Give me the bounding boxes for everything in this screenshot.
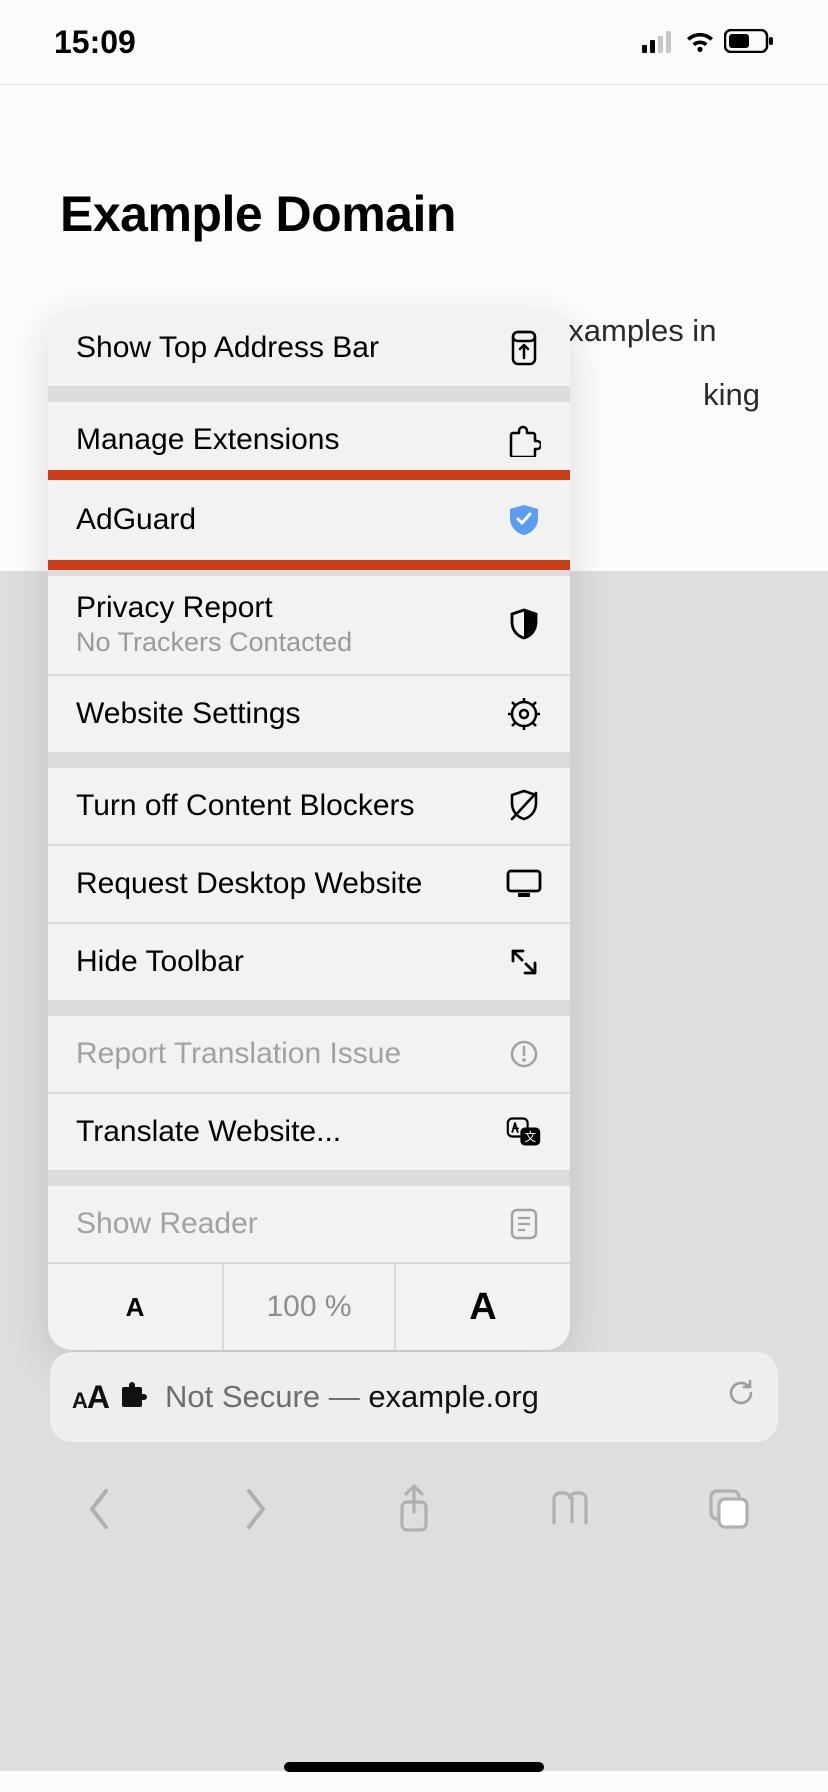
url-bar[interactable]: AA Not Secure — example.org bbox=[50, 1352, 778, 1442]
url-text: Not Secure — example.org bbox=[165, 1379, 726, 1415]
svg-text:文: 文 bbox=[524, 1130, 536, 1144]
page-title: Example Domain bbox=[60, 185, 768, 243]
page-body-tail: king bbox=[703, 371, 760, 419]
zoom-increase[interactable]: A bbox=[396, 1264, 570, 1350]
zoom-row: A 100 % A bbox=[48, 1264, 570, 1350]
translate-icon: 文 bbox=[506, 1115, 542, 1149]
menu-translate-website[interactable]: Translate Website... 文 bbox=[48, 1094, 570, 1170]
share-button[interactable] bbox=[384, 1479, 444, 1539]
gear-icon bbox=[506, 697, 542, 731]
zoom-big-label: A bbox=[469, 1286, 496, 1329]
bottom-toolbar bbox=[0, 1454, 828, 1564]
reader-icon bbox=[506, 1208, 542, 1240]
menu-label: Report Translation Issue bbox=[76, 1037, 506, 1071]
menu-report-translation: Report Translation Issue bbox=[48, 1016, 570, 1092]
address-bar-top-icon bbox=[506, 330, 542, 366]
menu-label: Website Settings bbox=[76, 697, 506, 731]
aa-button[interactable]: AA bbox=[72, 1379, 109, 1416]
menu-label: Turn off Content Blockers bbox=[76, 789, 506, 823]
menu-adguard[interactable]: AdGuard bbox=[48, 480, 570, 560]
arrows-diagonal-icon bbox=[506, 947, 542, 977]
reload-button[interactable] bbox=[726, 1377, 756, 1417]
battery-icon bbox=[724, 24, 774, 61]
menu-hide-toolbar[interactable]: Hide Toolbar bbox=[48, 924, 570, 1000]
menu-website-settings[interactable]: Website Settings bbox=[48, 676, 570, 752]
zoom-pct-label: 100 % bbox=[266, 1290, 351, 1324]
zoom-decrease[interactable]: A bbox=[48, 1264, 222, 1350]
wifi-icon bbox=[684, 24, 716, 61]
privacy-report-subtitle: No Trackers Contacted bbox=[76, 627, 352, 657]
menu-label: AdGuard bbox=[76, 503, 506, 537]
menu-label: Show Reader bbox=[76, 1207, 506, 1241]
menu-label: Manage Extensions bbox=[76, 423, 506, 457]
menu-label: Show Top Address Bar bbox=[76, 331, 506, 365]
menu-label: Request Desktop Website bbox=[76, 867, 506, 901]
home-indicator bbox=[284, 1762, 544, 1772]
menu-turn-off-content-blockers[interactable]: Turn off Content Blockers bbox=[48, 768, 570, 844]
exclamation-circle-icon bbox=[506, 1039, 542, 1069]
menu-label: Hide Toolbar bbox=[76, 945, 506, 979]
status-bar: 15:09 bbox=[0, 0, 828, 84]
menu-request-desktop[interactable]: Request Desktop Website bbox=[48, 846, 570, 922]
status-time: 15:09 bbox=[54, 24, 136, 61]
puzzle-icon bbox=[506, 423, 542, 457]
highlight-box: AdGuard bbox=[48, 470, 570, 570]
shield-half-icon bbox=[506, 608, 542, 642]
desktop-icon bbox=[506, 869, 542, 899]
shield-check-icon bbox=[506, 503, 542, 537]
menu-privacy-report[interactable]: Privacy Report No Trackers Contacted bbox=[48, 576, 570, 674]
zoom-small-label: A bbox=[126, 1292, 145, 1323]
aa-menu: Show Top Address Bar Manage Extensions A… bbox=[48, 310, 570, 1350]
menu-manage-extensions[interactable]: Manage Extensions bbox=[48, 402, 570, 478]
shield-slash-icon bbox=[506, 789, 542, 823]
bookmarks-button[interactable] bbox=[542, 1479, 602, 1539]
menu-label: Translate Website... bbox=[76, 1115, 506, 1149]
privacy-report-label: Privacy Report bbox=[76, 591, 273, 624]
zoom-reset[interactable]: 100 % bbox=[222, 1264, 396, 1350]
menu-label: Privacy Report No Trackers Contacted bbox=[76, 591, 506, 659]
back-button[interactable] bbox=[69, 1479, 129, 1539]
menu-show-top-address-bar[interactable]: Show Top Address Bar bbox=[48, 310, 570, 386]
tabs-button[interactable] bbox=[699, 1479, 759, 1539]
menu-show-reader: Show Reader bbox=[48, 1186, 570, 1262]
extensions-button[interactable] bbox=[119, 1379, 147, 1415]
cellular-icon bbox=[642, 24, 676, 61]
status-icons bbox=[642, 24, 774, 61]
forward-button[interactable] bbox=[226, 1479, 286, 1539]
